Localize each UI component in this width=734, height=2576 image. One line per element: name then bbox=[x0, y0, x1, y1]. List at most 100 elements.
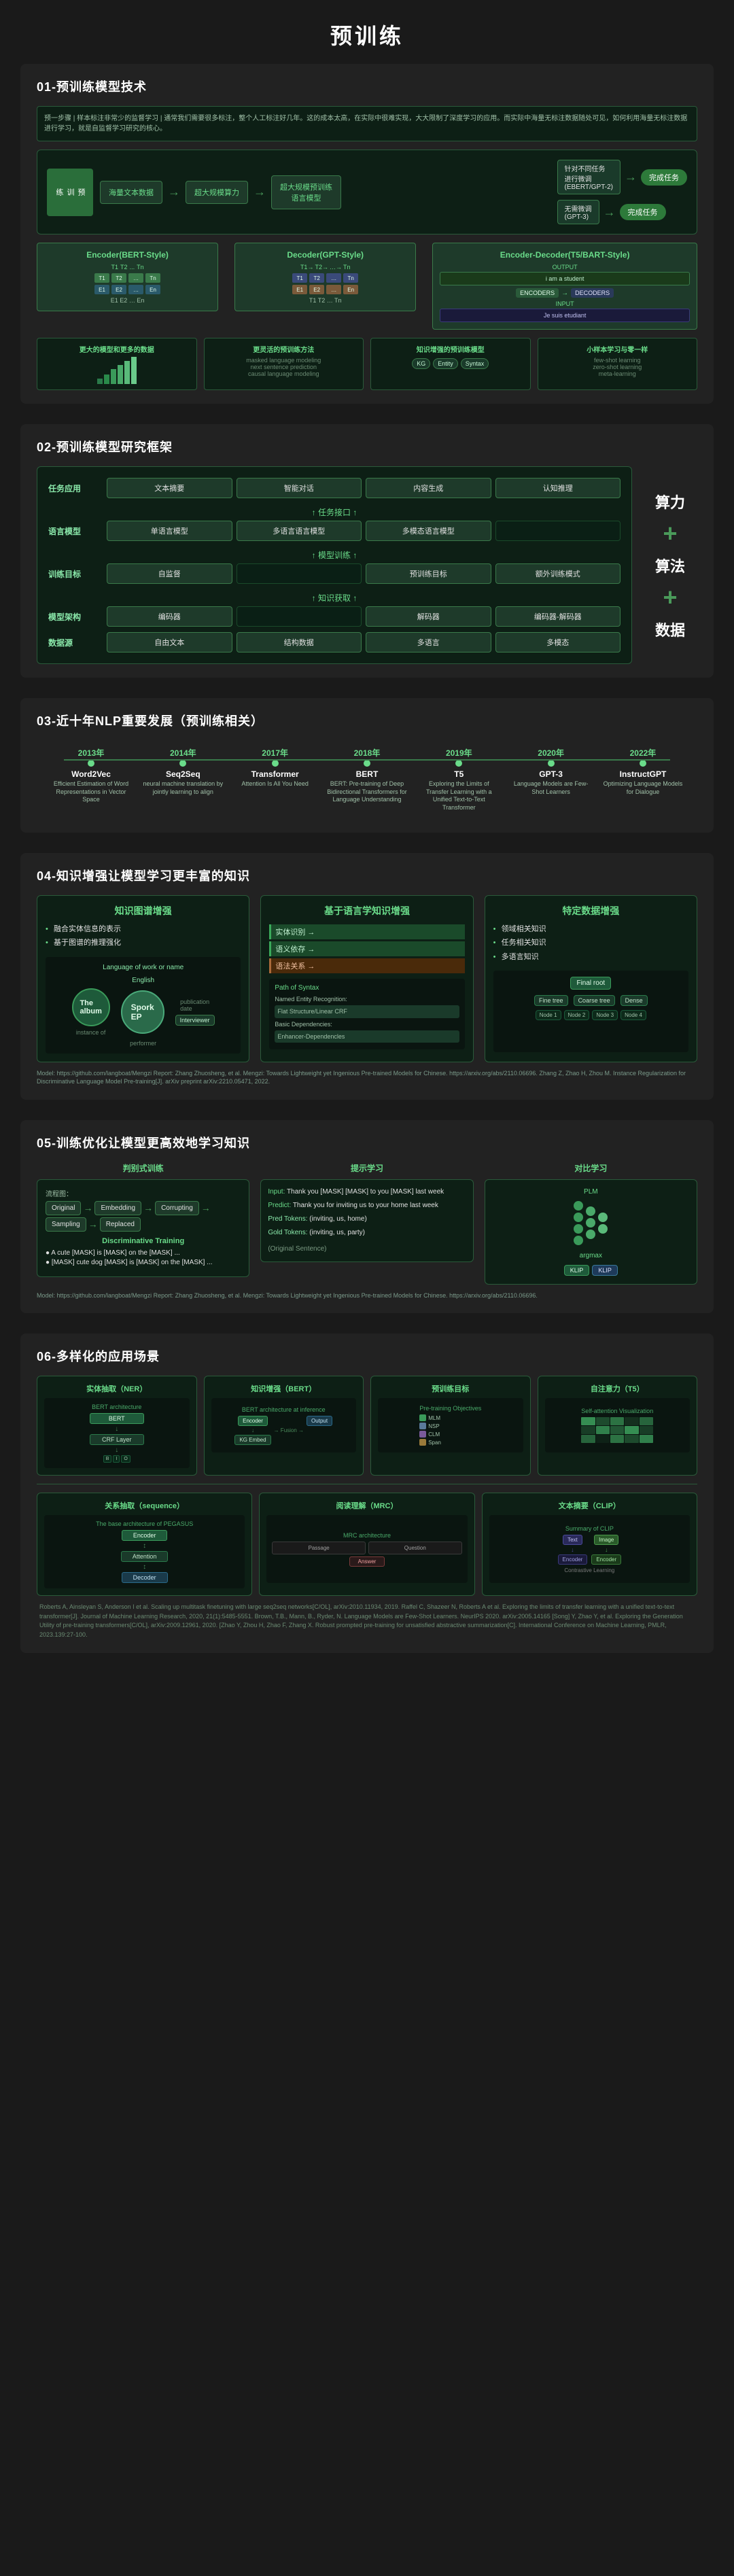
s03-item-bert: 2018年 BERT BERT: Pre-training of Deep Bi… bbox=[326, 747, 408, 812]
section-04-title: 04-知识增强让模型学习更丰富的知识 bbox=[37, 867, 697, 884]
page-title: 预训练 bbox=[0, 0, 734, 64]
s05-flow-embed: Embedding bbox=[94, 1201, 141, 1215]
arrow4: → bbox=[604, 205, 616, 220]
s05-refs: Model: https://github.com/langboat/Mengz… bbox=[37, 1291, 697, 1300]
s02-row-task: 任务应用 文本摘要 智能对话 内容生成 认知推理 bbox=[48, 478, 621, 498]
s05-flow: Original → Embedding → Corrupting → Samp… bbox=[46, 1201, 241, 1232]
s04-col2-b2: 语义依存 → bbox=[269, 941, 464, 956]
s03-item-instructgpt: 2022年 InstructGPT Optimizing Language Mo… bbox=[602, 747, 684, 812]
s05-col1-title: 判别式训练 bbox=[37, 1162, 249, 1174]
s01-knowledge: 知识增强的预训练模型 KG Entity Syntax bbox=[370, 338, 531, 390]
s05-flow-corrupt: Corrupting bbox=[155, 1201, 199, 1215]
s01-fewshot: 小样本学习与零一样 few-shot learningzero-shot lea… bbox=[538, 338, 698, 390]
s05-examples: ● A cute [MASK] is [MASK] on the [MASK] … bbox=[46, 1249, 241, 1266]
s01-flexible: 更灵活的预训练方法 masked language modelingnext s… bbox=[204, 338, 364, 390]
s02-plus1: + bbox=[663, 519, 677, 548]
s05-pred-tokens: Pred Tokens: (inviting, us, home) bbox=[268, 1214, 466, 1225]
s05-flow-replace: Replaced bbox=[100, 1217, 141, 1232]
s05-col3: 对比学习 PLM bbox=[485, 1162, 697, 1285]
s04-col3-b2: 任务相关知识 bbox=[493, 938, 688, 948]
s03-dot-word2vec bbox=[88, 760, 94, 767]
s04-col3-title: 特定数据增强 bbox=[493, 904, 688, 918]
s04-col1: 知识图谱增强 融合实体信息的表示 基于图谱的推理强化 Language of w… bbox=[37, 895, 249, 1062]
s04-col2-title: 基于语言学知识增强 bbox=[269, 904, 464, 918]
s01-row3: 更大的模型和更多的数据 更灵活的预训练方法 masked language mo… bbox=[37, 338, 697, 390]
s01-model-box: 超大规模预训练语言模型 bbox=[271, 175, 341, 209]
s01-corpus-box: 海量文本数据 bbox=[100, 181, 162, 204]
s02-algorithm: 算法 bbox=[655, 555, 685, 576]
section-01-title: 01-预训练模型技术 bbox=[37, 77, 697, 95]
s05-discriminative-label: Discriminative Training bbox=[46, 1237, 241, 1245]
section-02-title: 02-预训练模型研究框架 bbox=[37, 438, 697, 455]
s03-dot-transformer bbox=[272, 760, 279, 767]
section-03-title: 03-近十年NLP重要发展（预训练相关） bbox=[37, 712, 697, 729]
s04-col3-b1: 领域相关知识 bbox=[493, 924, 688, 935]
s06-clip-diagram: Summary of CLIP Text ↓ Encoder Image ↓ E… bbox=[489, 1515, 690, 1583]
s06-bert-know-diagram: BERT architecture at inference Encoder ↓… bbox=[211, 1398, 357, 1452]
s01-decoder-gpt: Decoder(GPT-Style) T1→ T2→ …→ Tn T1T2…Tn… bbox=[234, 243, 416, 311]
s06-row2: 关系抽取（sequence） The base architecture of … bbox=[37, 1493, 697, 1596]
section-06-title: 06-多样化的应用场景 bbox=[37, 1347, 697, 1365]
arrow3: → bbox=[625, 170, 637, 184]
s06-card-clip: 文本摘要（CLIP） Summary of CLIP Text ↓ Encode… bbox=[482, 1493, 697, 1596]
s06-refs: Roberts A, Ainsleyan S, Anderson I et al… bbox=[37, 1603, 697, 1639]
s04-refs: Model: https://github.com/langboat/Mengz… bbox=[37, 1069, 697, 1086]
s04-col1-b1: 融合实体信息的表示 bbox=[46, 924, 241, 935]
s06-card-objectives: 预训练目标 Pre-training Objectives MLM NSP bbox=[370, 1376, 531, 1476]
s05-flow-sample: Sampling bbox=[46, 1217, 86, 1232]
s04-col2-b3: 语法关系 → bbox=[269, 958, 464, 973]
s05-flow-arr2: → bbox=[143, 1202, 153, 1213]
s02-arrow-interface: ↑ 任务接口 ↑ bbox=[48, 504, 621, 521]
s02-main-grid: 任务应用 文本摘要 智能对话 内容生成 认知推理 ↑ 任务接口 ↑ 语言模型 单… bbox=[37, 466, 632, 664]
s02-framework: 任务应用 文本摘要 智能对话 内容生成 认知推理 ↑ 任务接口 ↑ 语言模型 单… bbox=[37, 466, 697, 664]
s02-plus2: + bbox=[663, 583, 677, 612]
s04-col3-tree: Final root Fine tree Coarse tree Dense N… bbox=[493, 971, 688, 1052]
s01-lm-row: 预训练 海量文本数据 → 超大规模算力 → 超大规模预训练语言模型 针对不同任务… bbox=[37, 150, 697, 234]
s05-columns: 判别式训练 流程图： Original → Embedding → Corrup… bbox=[37, 1162, 697, 1285]
s06-objectives-diagram: Pre-training Objectives MLM NSP CLM bbox=[378, 1398, 523, 1452]
s02-row-data: 数据源 自由文本 结构数据 多语言 多模态 bbox=[48, 632, 621, 652]
s01-task2: 完成任务 bbox=[620, 204, 666, 220]
s03-timeline-line bbox=[64, 759, 670, 761]
s01-compute-box: 超大规模算力 bbox=[186, 181, 248, 204]
section-04: 04-知识增强让模型学习更丰富的知识 知识图谱增强 融合实体信息的表示 基于图谱… bbox=[20, 853, 714, 1100]
s04-spork-graph: Language of work or name English Thealbu… bbox=[46, 957, 241, 1054]
s01-no-finetune-box: 无需微调(GPT-3) bbox=[557, 200, 599, 224]
s05-flow-arr1: → bbox=[83, 1202, 92, 1213]
s06-card-ner: 实体抽取（NER） BERT architecture BERT ↓ CRF L… bbox=[37, 1376, 197, 1476]
s03-dot-instructgpt bbox=[640, 760, 646, 767]
s04-col3-b3: 多语言知识 bbox=[493, 952, 688, 962]
s06-card-attention: 自注意力（T5） Self-attention Visualization bbox=[538, 1376, 698, 1476]
s01-enc-dec-row: Encoder(BERT-Style) T1 T2 ... Tn T1T2…Tn… bbox=[37, 243, 697, 330]
s03-items: 2013年 Word2Vec Efficient Estimation of W… bbox=[37, 747, 697, 812]
s03-item-t5: 2019年 T5 Exploring the Limits of Transfe… bbox=[418, 747, 500, 812]
arrow1: → bbox=[168, 185, 180, 199]
s05-col2-example: Input: Thank you [MASK] [MASK] to you [M… bbox=[260, 1179, 473, 1262]
s06-attention-diagram: Self-attention Visualization bbox=[545, 1398, 691, 1452]
s02-row-lm: 语言模型 单语言模型 多语言语言模型 多模态语言模型 bbox=[48, 521, 621, 541]
s06-card-sequence: 关系抽取（sequence） The base architecture of … bbox=[37, 1493, 252, 1596]
s05-flow-original: Original bbox=[46, 1201, 81, 1215]
s05-original-sentence: (Original Sentence) bbox=[268, 1244, 466, 1255]
section-03: 03-近十年NLP重要发展（预训练相关） 2013年 Word2Vec Effi… bbox=[20, 698, 714, 833]
s04-col1-b2: 基于图谱的推理强化 bbox=[46, 938, 241, 948]
section-05-title: 05-训练优化让模型更高效地学习知识 bbox=[37, 1134, 697, 1151]
s03-item-word2vec: 2013年 Word2Vec Efficient Estimation of W… bbox=[50, 747, 132, 812]
s01-finetune-box: 针对不同任务进行微调(EBERT/GPT-2) bbox=[557, 160, 621, 194]
s03-item-transformer: 2017年 Transformer Attention Is All You N… bbox=[234, 747, 316, 812]
arrow2: → bbox=[254, 185, 266, 199]
s04-col2: 基于语言学知识增强 实体识别 → 语义依存 → 语法关系 → Path of S… bbox=[260, 895, 473, 1062]
s04-col2-b1: 实体识别 → bbox=[269, 924, 464, 939]
s05-flow-arr3: → bbox=[201, 1202, 211, 1213]
s05-flow-arr4: → bbox=[88, 1219, 98, 1230]
section-02: 02-预训练模型研究框架 任务应用 文本摘要 智能对话 内容生成 认知推理 ↑ … bbox=[20, 424, 714, 678]
s03-dot-seq2seq bbox=[179, 760, 186, 767]
s04-columns: 知识图谱增强 融合实体信息的表示 基于图谱的推理强化 Language of w… bbox=[37, 895, 697, 1062]
section-05: 05-训练优化让模型更高效地学习知识 判别式训练 流程图： Original →… bbox=[20, 1120, 714, 1314]
s01-enc-dec: Encoder-Decoder(T5/BART-Style) OUTPUT i … bbox=[432, 243, 697, 330]
s02-row-obj: 训练目标 自监督 预训练目标 额外训练模式 bbox=[48, 563, 621, 584]
s04-col1-title: 知识图谱增强 bbox=[46, 904, 241, 918]
section-01: 01-预训练模型技术 预一步骤 | 样本标注非常少的监督学习 | 通常我们需要很… bbox=[20, 64, 714, 404]
s05-col2-title: 提示学习 bbox=[260, 1162, 473, 1174]
s06-card-mrc: 阅读理解（MRC） MRC architecture Passage Quest… bbox=[259, 1493, 474, 1596]
